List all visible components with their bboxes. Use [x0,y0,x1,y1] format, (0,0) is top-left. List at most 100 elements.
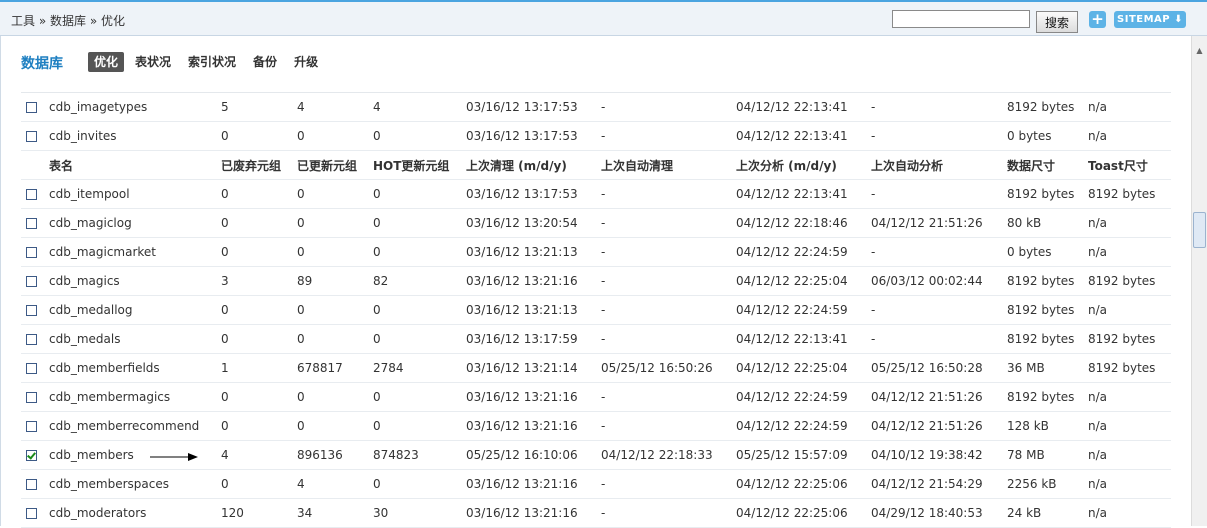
column-header: 上次分析 (m/d/y) [736,150,871,180]
sitemap-button[interactable]: SITEMAP ⬇ [1114,11,1186,28]
table-cell: 4 [297,469,373,499]
table-cell: - [601,382,736,412]
row-checkbox[interactable] [26,334,37,345]
table-cell: 04/12/12 22:24:59 [736,295,871,325]
table-cell: 04/12/12 22:24:59 [736,237,871,267]
row-checkbox[interactable] [26,247,37,258]
column-header: 上次清理 (m/d/y) [466,150,601,180]
table-header-row: 表名 已废弃元组 已更新元组 HOT更新元组 上次清理 (m/d/y) 上次自动清理 上次分… [21,150,1171,180]
table-cell: 04/12/12 22:18:33 [601,440,736,470]
table-cell: 128 kB [1007,411,1088,441]
table-cell: 8192 bytes [1007,93,1088,122]
row-select-cell [21,411,49,441]
breadcrumb-item[interactable]: 数据库 [50,14,86,28]
main-content: 数据库 优化 表状况 索引状况 备份 升级 cdb_imagetypes 5 4 4 03/16… [0,36,1192,528]
row-checkbox[interactable] [26,218,37,229]
row-select-cell [21,237,49,267]
table-cell: n/a [1088,382,1171,412]
tab-3[interactable]: 备份 [247,52,283,72]
row-select-cell [21,93,49,122]
row-select-cell [21,469,49,499]
search-input[interactable] [892,10,1030,28]
table-cell: 0 [221,469,297,499]
table-cell: - [601,411,736,441]
row-checkbox[interactable] [26,363,37,374]
add-shortcut-button[interactable]: + [1089,11,1106,28]
row-checkbox[interactable] [26,189,37,200]
table-cell: n/a [1088,121,1171,151]
table-cell: 05/25/12 16:50:28 [871,353,1007,383]
table-name-cell: cdb_itempool [49,179,221,209]
table-cell: 03/16/12 13:21:16 [466,411,601,441]
tab-0[interactable]: 优化 [88,52,125,72]
row-checkbox[interactable] [26,479,37,490]
table-cell: 34 [297,498,373,528]
table-cell: 0 [373,382,466,412]
table-cell: 03/16/12 13:17:59 [466,324,601,354]
table-cell: - [601,469,736,499]
table-cell: 0 [373,295,466,325]
row-checkbox[interactable] [26,508,37,519]
table-cell: 0 [373,411,466,441]
vertical-scrollbar[interactable]: ▲ [1191,36,1207,526]
table-cell: 0 [221,179,297,209]
table-cell: 0 [297,208,373,238]
tab-2[interactable]: 索引状况 [182,52,242,72]
row-select-cell [21,382,49,412]
row-checkbox[interactable] [26,305,37,316]
scroll-thumb[interactable] [1193,212,1206,248]
table-cell: 04/12/12 22:25:04 [736,353,871,383]
row-select-cell [21,498,49,528]
table-row: cdb_magics 3 89 82 03/16/12 13:21:16-04/12/1… [21,266,1171,296]
scroll-up-icon[interactable]: ▲ [1192,44,1207,58]
column-header: Toast尺寸 [1088,150,1171,180]
column-header: 上次自动分析 [871,150,1007,180]
table-cell: n/a [1088,498,1171,528]
breadcrumb-item[interactable]: 优化 [101,14,125,28]
table-cell: 04/12/12 22:13:41 [736,179,871,209]
table-cell: 04/12/12 22:25:04 [736,266,871,296]
tab-1[interactable]: 表状况 [129,52,177,72]
table-cell: 896136 [297,440,373,470]
table-cell: 8192 bytes [1088,179,1171,209]
table-cell: 03/16/12 13:21:16 [466,266,601,296]
table-row: cdb_memberrecommend 0 0 0 03/16/12 13:21:16-… [21,411,1171,441]
breadcrumb-item[interactable]: 工具 [11,14,35,28]
search-button[interactable]: 搜索 [1036,11,1078,33]
table-cell: 03/16/12 13:20:54 [466,208,601,238]
breadcrumb: 工具 » 数据库 » 优化 [11,12,125,29]
table-cell: 874823 [373,440,466,470]
table-cell: 04/12/12 22:25:06 [736,469,871,499]
table-row: cdb_medals 0 0 0 03/16/12 13:17:59-04/12/12 … [21,324,1171,354]
table-name-cell: cdb_medallog [49,295,221,325]
row-select-cell [21,179,49,209]
table-cell: 0 [221,121,297,151]
table-cell: 03/16/12 13:17:53 [466,93,601,122]
row-checkbox[interactable] [26,450,37,461]
column-header: 表名 [49,150,221,180]
tab-4[interactable]: 升级 [288,52,324,72]
table-cell: 0 [221,324,297,354]
table-cell: 678817 [297,353,373,383]
table-cell: - [871,179,1007,209]
table-cell: 03/16/12 13:21:13 [466,237,601,267]
table-cell: 3 [221,266,297,296]
row-checkbox[interactable] [26,131,37,142]
column-header: 上次自动清理 [601,150,736,180]
table-cell: 8192 bytes [1088,266,1171,296]
row-checkbox[interactable] [26,392,37,403]
column-header: HOT更新元组 [373,150,466,180]
table-cell: 03/16/12 13:17:53 [466,179,601,209]
table-cell: - [601,179,736,209]
table-cell: 5 [221,93,297,122]
table-cell: 120 [221,498,297,528]
table-name-cell: cdb_moderators [49,498,221,528]
table-cell: 78 MB [1007,440,1088,470]
row-checkbox[interactable] [26,421,37,432]
table-cell: - [601,208,736,238]
row-checkbox[interactable] [26,102,37,113]
table-row: cdb_memberfields 1 678817 2784 03/16/12 13:2… [21,353,1171,383]
row-checkbox[interactable] [26,276,37,287]
table-cell: 04/12/12 21:54:29 [871,469,1007,499]
table-name-cell: cdb_medals [49,324,221,354]
